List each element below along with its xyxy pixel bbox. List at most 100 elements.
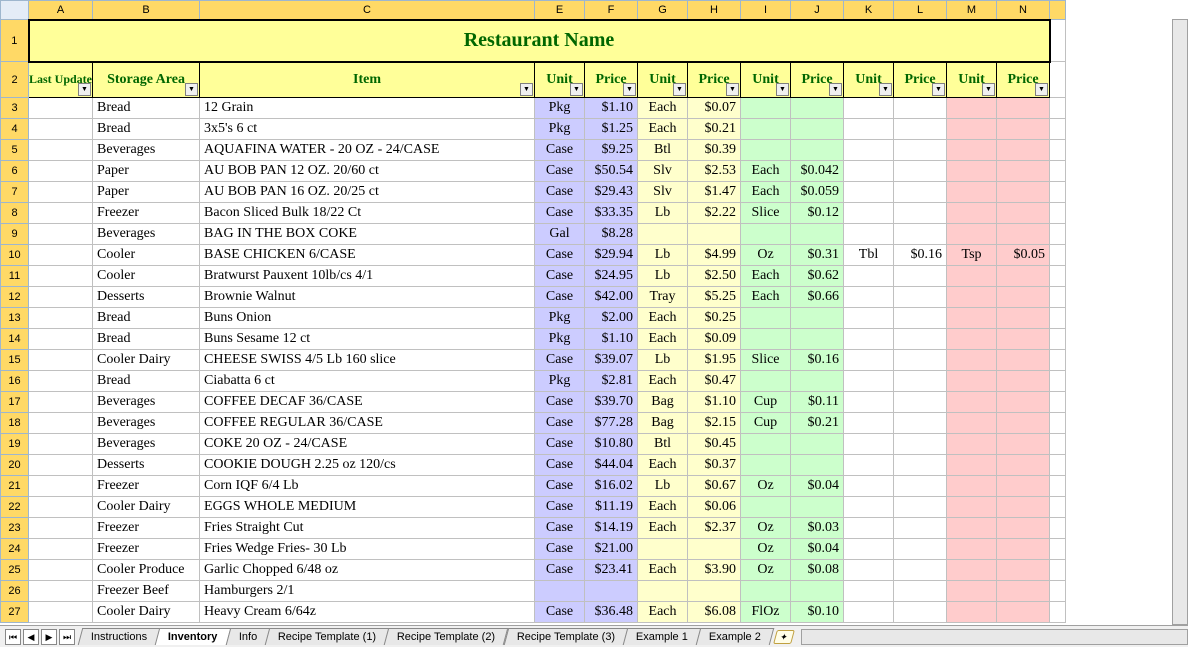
row-header[interactable]: 18 bbox=[1, 413, 29, 434]
cell[interactable] bbox=[894, 497, 947, 518]
cell[interactable]: EGGS WHOLE MEDIUM bbox=[200, 497, 535, 518]
cell[interactable]: Buns Sesame 12 ct bbox=[200, 329, 535, 350]
cell[interactable] bbox=[947, 287, 997, 308]
cell[interactable] bbox=[997, 371, 1050, 392]
cell[interactable]: $16.02 bbox=[585, 476, 638, 497]
cell[interactable] bbox=[894, 434, 947, 455]
cell[interactable]: $2.37 bbox=[688, 518, 741, 539]
col-header[interactable]: K bbox=[844, 1, 894, 20]
cell[interactable]: Oz bbox=[741, 476, 791, 497]
row-header[interactable]: 17 bbox=[1, 392, 29, 413]
cell[interactable]: Case bbox=[535, 392, 585, 413]
cell[interactable]: $33.35 bbox=[585, 203, 638, 224]
cell[interactable]: COKE 20 OZ - 24/CASE bbox=[200, 434, 535, 455]
cell[interactable] bbox=[947, 434, 997, 455]
row-header[interactable]: 12 bbox=[1, 287, 29, 308]
sheet-tab[interactable]: Info bbox=[225, 628, 270, 645]
row-header[interactable]: 15 bbox=[1, 350, 29, 371]
cell[interactable] bbox=[947, 224, 997, 245]
cell[interactable]: $0.05 bbox=[997, 245, 1050, 266]
cell[interactable] bbox=[29, 308, 93, 329]
cell[interactable]: $3.90 bbox=[688, 560, 741, 581]
cell[interactable]: Case bbox=[535, 203, 585, 224]
cell[interactable]: Tsp bbox=[947, 245, 997, 266]
cell[interactable]: Tbl bbox=[844, 245, 894, 266]
col-price-3[interactable]: Price▼ bbox=[791, 62, 844, 98]
cell[interactable]: Bread bbox=[93, 308, 200, 329]
cell[interactable] bbox=[791, 497, 844, 518]
cell[interactable] bbox=[947, 602, 997, 623]
cell[interactable] bbox=[741, 581, 791, 602]
cell[interactable] bbox=[741, 119, 791, 140]
cell[interactable]: Freezer bbox=[93, 476, 200, 497]
cell[interactable]: $0.16 bbox=[791, 350, 844, 371]
cell[interactable]: $50.54 bbox=[585, 161, 638, 182]
cell[interactable] bbox=[844, 413, 894, 434]
cell[interactable]: Lb bbox=[638, 476, 688, 497]
cell[interactable]: Each bbox=[741, 287, 791, 308]
cell[interactable] bbox=[947, 308, 997, 329]
cell[interactable]: $11.19 bbox=[585, 497, 638, 518]
cell[interactable]: Bread bbox=[93, 119, 200, 140]
cell[interactable] bbox=[894, 539, 947, 560]
cell[interactable] bbox=[29, 560, 93, 581]
cell[interactable]: Lb bbox=[638, 266, 688, 287]
cell[interactable]: Each bbox=[638, 455, 688, 476]
cell[interactable]: Btl bbox=[638, 140, 688, 161]
cell[interactable]: $0.06 bbox=[688, 497, 741, 518]
column-headers[interactable]: ABCEFGHIJKLMN bbox=[1, 1, 1066, 20]
cell[interactable] bbox=[29, 245, 93, 266]
cell[interactable] bbox=[688, 581, 741, 602]
cell[interactable] bbox=[844, 476, 894, 497]
sheet-tab[interactable]: Recipe Template (1) bbox=[265, 628, 390, 645]
row-header[interactable]: 8 bbox=[1, 203, 29, 224]
cell[interactable] bbox=[844, 371, 894, 392]
cell[interactable]: $2.15 bbox=[688, 413, 741, 434]
cell[interactable] bbox=[29, 518, 93, 539]
cell[interactable]: $0.47 bbox=[688, 371, 741, 392]
cell[interactable]: Each bbox=[741, 266, 791, 287]
cell[interactable]: Cup bbox=[741, 413, 791, 434]
cell[interactable] bbox=[29, 602, 93, 623]
cell[interactable] bbox=[947, 119, 997, 140]
cell[interactable]: Each bbox=[638, 497, 688, 518]
cell[interactable] bbox=[688, 539, 741, 560]
cell[interactable]: Oz bbox=[741, 245, 791, 266]
cell[interactable]: Desserts bbox=[93, 287, 200, 308]
cell[interactable] bbox=[894, 413, 947, 434]
cell[interactable] bbox=[29, 119, 93, 140]
cell[interactable] bbox=[638, 581, 688, 602]
cell[interactable] bbox=[997, 119, 1050, 140]
cell[interactable]: $77.28 bbox=[585, 413, 638, 434]
cell[interactable]: Bread bbox=[93, 98, 200, 119]
col-header[interactable]: N bbox=[997, 1, 1050, 20]
filter-icon[interactable]: ▼ bbox=[78, 83, 91, 96]
cell[interactable] bbox=[947, 413, 997, 434]
cell[interactable]: AQUAFINA WATER - 20 OZ - 24/CASE bbox=[200, 140, 535, 161]
cell[interactable]: Cooler bbox=[93, 245, 200, 266]
col-unit-4[interactable]: Unit▼ bbox=[844, 62, 894, 98]
row-header[interactable]: 3 bbox=[1, 98, 29, 119]
sheet-tab[interactable]: Instructions bbox=[78, 628, 161, 645]
cell[interactable]: Case bbox=[535, 182, 585, 203]
cell[interactable]: Btl bbox=[638, 434, 688, 455]
cell[interactable]: Each bbox=[638, 308, 688, 329]
cell[interactable]: $0.12 bbox=[791, 203, 844, 224]
row-header[interactable]: 2 bbox=[1, 62, 29, 98]
cell[interactable] bbox=[741, 371, 791, 392]
cell[interactable] bbox=[997, 518, 1050, 539]
cell[interactable]: $14.19 bbox=[585, 518, 638, 539]
row-header[interactable]: 14 bbox=[1, 329, 29, 350]
cell[interactable]: Lb bbox=[638, 203, 688, 224]
select-all-corner[interactable] bbox=[1, 1, 29, 20]
filter-icon[interactable]: ▼ bbox=[673, 83, 686, 96]
cell[interactable] bbox=[947, 539, 997, 560]
cell[interactable] bbox=[844, 497, 894, 518]
cell[interactable] bbox=[894, 392, 947, 413]
row-header[interactable]: 26 bbox=[1, 581, 29, 602]
cell[interactable] bbox=[894, 161, 947, 182]
cell[interactable] bbox=[997, 539, 1050, 560]
cell[interactable]: Case bbox=[535, 455, 585, 476]
cell[interactable] bbox=[791, 371, 844, 392]
cell[interactable] bbox=[844, 539, 894, 560]
